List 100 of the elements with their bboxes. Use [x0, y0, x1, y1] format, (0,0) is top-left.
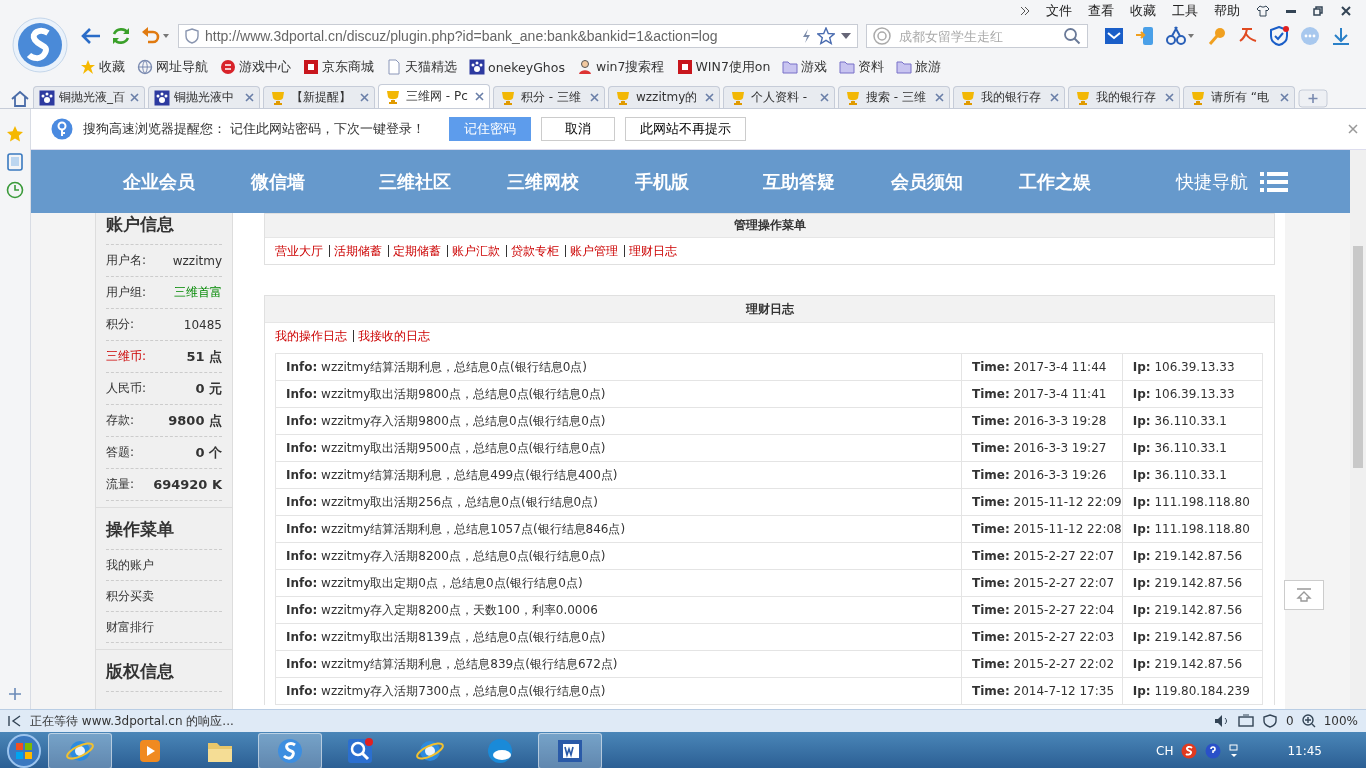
table-cell: Ip: 36.110.33.1 — [1122, 434, 1263, 462]
table-cell: Time: 2016-3-3 19:28 — [961, 407, 1123, 435]
folder-icon — [896, 59, 913, 75]
taskbar-button[interactable] — [258, 733, 322, 768]
shirt-icon — [1256, 5, 1270, 17]
notice-button[interactable]: 此网站不再提示 — [625, 117, 746, 141]
address-bar[interactable]: http://www.3dportal.cn/discuz/plugin.php?id=bank_ane:bank&bankid=1&action=log — [178, 24, 858, 48]
tablet-icon — [7, 153, 23, 171]
cloud-icon — [485, 736, 515, 766]
table-cell: Info: wzzitmy存入活期8200点，总结息0点(银行结息0点) — [275, 542, 962, 570]
page-icon — [386, 59, 402, 75]
bookmark-link[interactable]: WIN7使用on — [695, 58, 771, 76]
minimize-icon — [1286, 9, 1296, 13]
browser-tab[interactable]: 【新提醒】 — [263, 86, 375, 108]
browser-tab[interactable]: 铜抛光液中 — [148, 86, 260, 108]
section-heading: 操作菜单 — [106, 508, 222, 550]
bookmark-link[interactable]: 资料 — [858, 58, 885, 76]
trophy-icon — [844, 89, 862, 106]
zoom-icon — [1301, 714, 1316, 728]
zoom-level[interactable]: 100% — [1323, 714, 1358, 728]
field-label: 存款: — [106, 412, 135, 429]
menu-item[interactable]: 帮助 — [1214, 2, 1240, 20]
browser-tab[interactable]: 三维网 - Pc — [378, 84, 490, 108]
bookmark-link[interactable]: 网址导航 — [156, 58, 208, 76]
panel-title: 理财日志 — [745, 300, 794, 318]
table-cell: Info: wzzitmy取出活期9800点，总结息0点(银行结息0点) — [275, 380, 962, 408]
browser-tab[interactable]: 搜索 - 三维 — [838, 86, 950, 108]
table-cell: Ip: 219.142.87.56 — [1122, 569, 1263, 597]
field-value: 9800 点 — [168, 411, 222, 430]
log-link[interactable]: 我的操作日志 — [275, 327, 347, 345]
notice-button[interactable]: 取消 — [541, 117, 615, 141]
key-icon — [1207, 26, 1227, 46]
taskbar-button[interactable] — [538, 733, 602, 768]
menu-link[interactable]: 营业大厅 — [275, 242, 323, 260]
browser-tab[interactable]: 个人资料 - — [723, 86, 835, 108]
language-indicator[interactable]: CH — [1156, 744, 1174, 758]
ad-block-icon — [1262, 714, 1279, 728]
log-link[interactable]: 我接收的日志 — [353, 330, 430, 342]
table-cell: Info: wzzitmy存入定期8200点，天数100，利率0.0006 — [275, 596, 962, 624]
magnifier-icon — [345, 736, 375, 766]
tab-close-icon — [360, 93, 369, 102]
search-engine-icon — [873, 27, 891, 45]
menu-link[interactable]: 活期储蓄 — [329, 245, 382, 257]
table-cell: Ip: 36.110.33.1 — [1122, 407, 1263, 435]
browser-tab[interactable]: 铜抛光液_百 — [33, 86, 145, 108]
field-value: 51 点 — [186, 347, 222, 366]
tray-expand-icon — [1229, 743, 1240, 759]
table-cell: Time: 2015-11-12 22:08 — [961, 515, 1123, 543]
menu-link[interactable]: 账户汇款 — [447, 245, 500, 257]
lightning-icon — [801, 28, 811, 44]
menu-item[interactable]: 工具 — [1172, 2, 1198, 20]
table-cell: Time: 2015-2-27 22:04 — [961, 596, 1123, 624]
menu-item[interactable]: 查看 — [1088, 2, 1114, 20]
star-icon — [80, 59, 96, 75]
phone-icon — [1135, 26, 1155, 46]
bookmark-link[interactable]: 旅游 — [915, 58, 942, 76]
folder-icon — [782, 59, 799, 75]
menu-link[interactable]: 理财日志 — [624, 245, 677, 257]
sidebar-link[interactable]: 财富排行 — [106, 618, 154, 636]
clock: 11:45 — [1287, 744, 1322, 758]
menu-item[interactable]: 收藏 — [1130, 2, 1156, 20]
menu-link[interactable]: 定期储蓄 — [388, 245, 441, 257]
tab-close-icon — [1050, 93, 1059, 102]
input-method-icon — [1181, 743, 1198, 759]
bookmark-link[interactable]: 天猫精选 — [405, 58, 457, 76]
bookmark-link[interactable]: 京东商城 — [322, 58, 374, 76]
tab-close-icon — [475, 92, 484, 101]
tab-close-icon — [935, 93, 944, 102]
browser-tab[interactable]: 我的银行存 — [953, 86, 1065, 108]
table-cell: Ip: 119.80.184.239 — [1122, 677, 1263, 705]
globe-icon — [137, 59, 153, 75]
bookmark-link[interactable]: 游戏中心 — [239, 58, 291, 76]
table-cell: Ip: 106.39.13.33 — [1122, 353, 1263, 381]
bookmark-link[interactable]: win7搜索程 — [595, 58, 665, 76]
browser-tab[interactable]: 请所有 “电 — [1183, 86, 1295, 108]
scrollbar[interactable] — [1350, 150, 1366, 709]
browser-tab[interactable]: 积分 - 三维 — [493, 86, 605, 108]
help-icon — [1205, 743, 1222, 759]
bookmark-link[interactable]: onekeyGhos — [488, 59, 565, 75]
trophy-icon — [1074, 89, 1092, 106]
table-cell: Ip: 219.142.87.56 — [1122, 596, 1263, 624]
field-value: 0 元 — [195, 379, 222, 398]
search-icon — [1063, 27, 1081, 45]
menu-item[interactable]: 文件 — [1046, 2, 1072, 20]
menu-link[interactable]: 账户管理 — [565, 245, 618, 257]
field-label: 答题: — [106, 444, 135, 461]
browser-tab[interactable]: wzzitmy的 — [608, 86, 720, 108]
browser-tab[interactable]: 我的银行存 — [1068, 86, 1180, 108]
table-cell: Ip: 106.39.13.33 — [1122, 380, 1263, 408]
menu-link[interactable]: 贷款专柜 — [506, 245, 559, 257]
trophy-icon — [959, 89, 977, 106]
taskbar-button[interactable] — [48, 733, 112, 768]
sidebar-link[interactable]: 我的账户 — [106, 556, 154, 574]
table-cell: Info: wzzitmy结算活期利息，总结息0点(银行结息0点) — [275, 353, 962, 381]
collapse-icon — [8, 715, 22, 727]
trophy-icon — [1189, 89, 1207, 106]
bookmark-link[interactable]: 游戏 — [801, 58, 828, 76]
sidebar-link[interactable]: 积分买卖 — [106, 587, 154, 605]
search-box[interactable]: 成都女留学生走红 — [866, 24, 1088, 48]
bookmark-link[interactable]: 收藏 — [99, 58, 125, 76]
